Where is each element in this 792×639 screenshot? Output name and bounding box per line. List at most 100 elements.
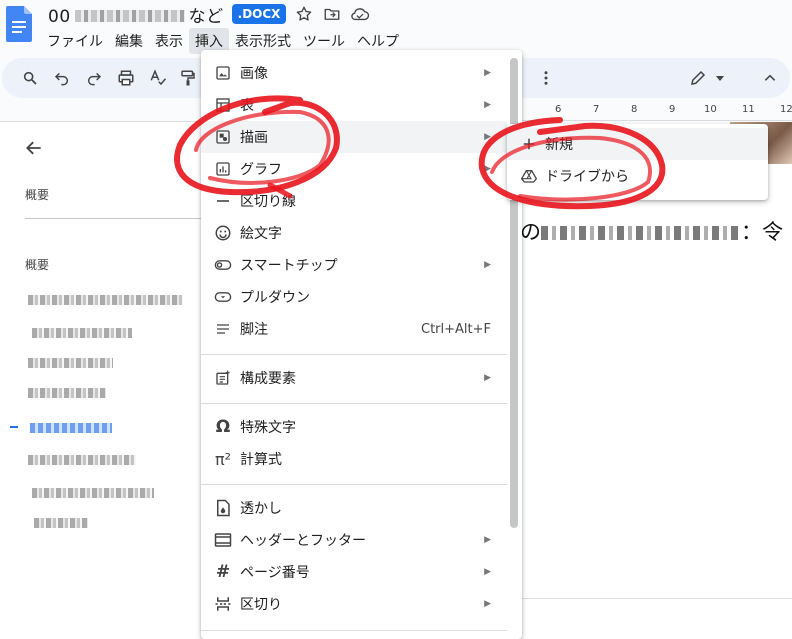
document-outline-panel: 概要 概要	[0, 121, 210, 639]
submenu-item-label: ドライブから	[545, 169, 629, 185]
drawing-submenu: 新規 ドライブから	[507, 124, 768, 200]
submenu-arrow-icon: ▶	[484, 567, 491, 577]
submenu-arrow-icon: ▶	[484, 599, 491, 609]
submenu-arrow-icon: ▶	[484, 100, 491, 110]
more-options-icon[interactable]	[536, 68, 556, 88]
outline-item[interactable]	[34, 518, 88, 528]
submenu-arrow-icon: ▶	[484, 535, 491, 545]
outline-item[interactable]	[28, 295, 183, 305]
outline-item[interactable]	[32, 328, 132, 338]
close-outline-arrow-icon[interactable]	[24, 138, 44, 162]
insert-watermark-item[interactable]: 透かし	[201, 492, 507, 524]
insert-page-numbers-item[interactable]: # ページ番号 ▶	[201, 556, 507, 588]
menu-edit[interactable]: 編集	[109, 28, 149, 54]
page-number-icon: #	[215, 562, 231, 582]
menu-item-label: 透かし	[240, 501, 282, 517]
outline-summary-heading: 概要	[25, 188, 50, 202]
menu-item-label: 特殊文字	[240, 420, 296, 436]
outline-section-heading: 概要	[25, 258, 50, 272]
redacted-body-text	[541, 226, 741, 240]
menu-item-label: グラフ	[240, 162, 282, 178]
omega-icon: Ω	[215, 417, 231, 437]
smart-chip-icon	[213, 255, 233, 275]
redo-icon[interactable]	[84, 68, 104, 88]
horizontal-ruler[interactable]: 6 7 8 9 10 11 12	[520, 101, 792, 121]
menu-item-label: プルダウン	[240, 290, 310, 306]
ruler-number: 12	[780, 104, 792, 115]
building-blocks-icon	[213, 368, 233, 388]
menu-item-label: 脚注	[240, 322, 268, 338]
menu-item-label: 描画	[240, 130, 268, 146]
insert-chart-item[interactable]: グラフ ▶	[201, 153, 507, 185]
search-icon[interactable]	[20, 68, 40, 88]
outline-item[interactable]	[28, 388, 106, 398]
drive-icon	[519, 166, 539, 186]
drawing-from-drive-item[interactable]: ドライブから	[507, 160, 768, 192]
insert-table-item[interactable]: 表 ▶	[201, 89, 507, 121]
menu-item-label: ページ番号	[240, 565, 310, 581]
menu-item-label: 計算式	[240, 452, 282, 468]
menu-item-label: スマートチップ	[240, 258, 338, 274]
print-icon[interactable]	[116, 68, 136, 88]
document-title-start: 00	[48, 6, 71, 27]
menu-item-label: 構成要素	[240, 371, 296, 387]
drawing-icon	[213, 127, 233, 147]
menu-item-label: 絵文字	[240, 226, 282, 242]
insert-header-footer-item[interactable]: ヘッダーとフッター ▶	[201, 524, 507, 556]
insert-building-blocks-item[interactable]: 構成要素 ▶	[201, 362, 507, 394]
watermark-icon	[213, 498, 233, 518]
insert-smart-chips-item[interactable]: スマートチップ ▶	[201, 249, 507, 281]
insert-break-item[interactable]: 区切り ▶	[201, 588, 507, 620]
insert-special-characters-item[interactable]: Ω 特殊文字	[201, 411, 507, 443]
paint-format-icon[interactable]	[178, 68, 198, 88]
insert-drawing-item[interactable]: 描画 ▶	[201, 121, 507, 153]
insert-equation-item[interactable]: π² 計算式	[201, 443, 507, 475]
document-title[interactable]: 00 など	[48, 2, 224, 27]
ruler-number: 11	[742, 104, 755, 115]
ruler-number: 7	[593, 104, 600, 115]
editing-mode-pencil-icon[interactable]	[688, 68, 708, 88]
outline-item[interactable]	[28, 455, 136, 465]
body-text-start: の	[520, 220, 541, 244]
insert-menu: 画像 ▶ 表 ▶ 描画 ▶ グラフ ▶ 区切り線 絵文字 スマートチップ ▶ プ…	[201, 50, 522, 639]
star-icon[interactable]	[294, 4, 314, 24]
footnote-icon	[213, 319, 233, 339]
insert-image-item[interactable]: 画像 ▶	[201, 57, 507, 89]
editing-mode-dropdown-icon[interactable]	[710, 68, 730, 88]
submenu-arrow-icon: ▶	[484, 373, 491, 383]
outline-item[interactable]	[28, 358, 113, 368]
pi-icon: π²	[214, 449, 232, 469]
move-folder-icon[interactable]	[322, 4, 342, 24]
menu-file[interactable]: ファイル	[41, 28, 109, 54]
outline-item[interactable]	[32, 488, 154, 498]
document-body-text[interactable]: の ：令	[520, 216, 783, 246]
outline-divider	[25, 218, 210, 219]
submenu-arrow-icon: ▶	[484, 260, 491, 270]
chart-icon	[213, 159, 233, 179]
menu-separator	[201, 354, 507, 355]
menu-separator	[201, 403, 507, 404]
undo-icon[interactable]	[52, 68, 72, 88]
cloud-saved-icon[interactable]	[350, 4, 370, 24]
emoji-icon	[213, 223, 233, 243]
spellcheck-icon[interactable]	[148, 68, 168, 88]
submenu-arrow-icon: ▶	[484, 68, 491, 78]
collapse-toolbar-icon[interactable]	[760, 68, 780, 88]
insert-dropdown-item[interactable]: プルダウン	[201, 281, 507, 313]
image-icon	[213, 63, 233, 83]
insert-horizontal-line-item[interactable]: 区切り線	[201, 185, 507, 217]
header-footer-icon	[213, 530, 233, 550]
menu-item-label: 区切り	[240, 597, 282, 613]
plus-icon	[519, 134, 539, 154]
horizontal-line-icon	[213, 191, 233, 211]
outline-item-active[interactable]	[30, 423, 112, 433]
insert-emoji-item[interactable]: 絵文字	[201, 217, 507, 249]
docs-logo-icon[interactable]	[6, 6, 32, 42]
drawing-new-item[interactable]: 新規	[507, 128, 768, 160]
redacted-title-text	[74, 9, 185, 22]
insert-footnote-item[interactable]: 脚注 Ctrl+Alt+F	[201, 313, 507, 345]
menu-item-label: ヘッダーとフッター	[240, 533, 366, 549]
submenu-arrow-icon: ▶	[484, 132, 491, 142]
page-break-line	[520, 598, 792, 599]
menu-view[interactable]: 表示	[149, 28, 189, 54]
